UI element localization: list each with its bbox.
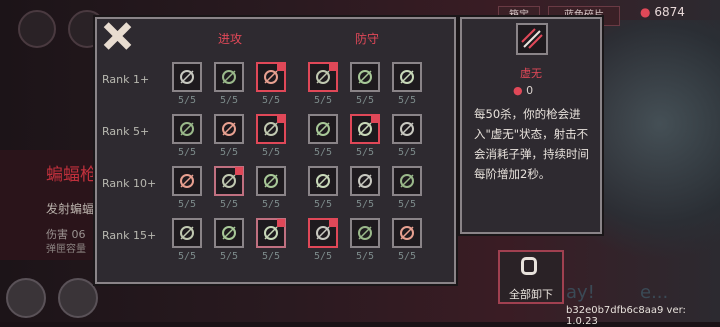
equipped-marker-icon bbox=[371, 115, 379, 123]
equipped-marker-icon bbox=[277, 115, 285, 123]
bottom-menu-button[interactable] bbox=[58, 278, 98, 318]
talent-slot[interactable] bbox=[256, 166, 286, 196]
talent-slot[interactable] bbox=[308, 166, 338, 196]
talent-slot[interactable] bbox=[350, 218, 380, 248]
talent-slot[interactable] bbox=[308, 114, 338, 144]
detail-description: 每50杀，你的枪会进入"虚无"状态，射击不会消耗子弹，持续时间每阶增加2秒。 bbox=[474, 107, 589, 181]
slash-lines-icon bbox=[178, 68, 196, 86]
rank-label: Rank 15+ bbox=[102, 229, 157, 242]
talent-slot[interactable] bbox=[172, 62, 202, 92]
talent-slot[interactable] bbox=[214, 114, 244, 144]
rank-label: Rank 1+ bbox=[102, 73, 150, 86]
talent-slot[interactable] bbox=[350, 114, 380, 144]
claw-icon bbox=[220, 120, 238, 138]
background-logo: ay! bbox=[566, 282, 595, 303]
talent-level: 5/5 bbox=[355, 147, 375, 158]
void-bullets-icon bbox=[516, 23, 548, 55]
talent-level: 5/5 bbox=[397, 95, 417, 106]
scythe-icon bbox=[398, 172, 416, 190]
equipped-marker-icon bbox=[329, 219, 337, 227]
arrows-icon bbox=[178, 120, 196, 138]
talent-slot[interactable] bbox=[350, 166, 380, 196]
talent-slot[interactable] bbox=[256, 218, 286, 248]
flask-icon bbox=[178, 172, 196, 190]
talent-level: 5/5 bbox=[177, 199, 197, 210]
talent-slot[interactable] bbox=[172, 166, 202, 196]
talent-slot[interactable] bbox=[308, 62, 338, 92]
talent-level: 5/5 bbox=[219, 199, 239, 210]
equipped-marker-icon bbox=[329, 63, 337, 71]
talent-level: 5/5 bbox=[313, 251, 333, 262]
talent-slot[interactable] bbox=[214, 218, 244, 248]
moon-icon bbox=[314, 120, 332, 138]
talent-slot[interactable] bbox=[308, 218, 338, 248]
medic-icon bbox=[398, 224, 416, 242]
flame-arrow-icon bbox=[178, 224, 196, 242]
talent-level: 5/5 bbox=[261, 95, 281, 106]
talent-level: 5/5 bbox=[177, 147, 197, 158]
talent-slot[interactable] bbox=[392, 114, 422, 144]
skull-icon bbox=[314, 172, 332, 190]
equipped-marker-icon bbox=[235, 167, 243, 175]
tab-defense: 防守 bbox=[355, 32, 380, 46]
talent-slot[interactable] bbox=[392, 62, 422, 92]
orb-icon bbox=[262, 172, 280, 190]
background-logo-suffix: e... bbox=[640, 282, 669, 303]
talent-slot[interactable] bbox=[350, 62, 380, 92]
talent-slot[interactable] bbox=[256, 62, 286, 92]
talent-level: 5/5 bbox=[397, 251, 417, 262]
talent-level: 5/5 bbox=[261, 251, 281, 262]
background-weapon-subtitle: 发射蝙蝠 bbox=[46, 202, 95, 216]
bottom-menu-button[interactable] bbox=[6, 278, 46, 318]
talent-slot[interactable] bbox=[214, 62, 244, 92]
talent-level: 5/5 bbox=[397, 199, 417, 210]
talent-slot[interactable] bbox=[172, 114, 202, 144]
rank-label: Rank 5+ bbox=[102, 125, 150, 138]
talent-level: 5/5 bbox=[219, 147, 239, 158]
talent-slot[interactable] bbox=[172, 218, 202, 248]
talent-level: 5/5 bbox=[219, 251, 239, 262]
talent-slot[interactable] bbox=[256, 114, 286, 144]
talent-slot[interactable] bbox=[214, 166, 244, 196]
background-stat-capacity: 弹匣容量 bbox=[46, 244, 86, 255]
talent-level: 5/5 bbox=[261, 199, 281, 210]
rank-label: Rank 10+ bbox=[102, 177, 157, 190]
talent-level: 5/5 bbox=[177, 251, 197, 262]
talent-level: 5/5 bbox=[313, 147, 333, 158]
currency-icon: ● bbox=[640, 5, 651, 19]
equipped-marker-icon bbox=[277, 219, 285, 227]
talent-level: 5/5 bbox=[313, 199, 333, 210]
talent-level: 5/5 bbox=[219, 95, 239, 106]
detail-cost: ● 0 bbox=[513, 84, 533, 97]
hearts-icon bbox=[356, 172, 374, 190]
version-text: b32e0b7dfb6c8aa9 ver: 1.0.23 bbox=[566, 305, 686, 327]
tab-attack: 进攻 bbox=[218, 32, 243, 46]
cost-value: 0 bbox=[526, 84, 534, 97]
talent-slot[interactable] bbox=[392, 218, 422, 248]
talent-level: 5/5 bbox=[177, 95, 197, 106]
currency-value: 6874 bbox=[654, 5, 685, 19]
detail-title: 虚无 bbox=[520, 67, 542, 80]
leaf-icon bbox=[398, 120, 416, 138]
swirl-icon bbox=[220, 68, 238, 86]
talent-level: 5/5 bbox=[355, 199, 375, 210]
talent-slot[interactable] bbox=[392, 166, 422, 196]
eye-shield-icon bbox=[398, 68, 416, 86]
currency-display: ● 6874 bbox=[640, 5, 685, 19]
background-weapon-title: 蝙蝠枪 bbox=[46, 165, 97, 185]
wings-icon bbox=[356, 224, 374, 242]
demon-icon bbox=[220, 224, 238, 242]
hand-icon bbox=[356, 68, 374, 86]
unequip-all-label: 全部卸下 bbox=[509, 288, 553, 301]
talent-level: 5/5 bbox=[397, 147, 417, 158]
cost-icon: ● bbox=[513, 84, 523, 97]
talent-level: 5/5 bbox=[355, 95, 375, 106]
avatar[interactable] bbox=[18, 10, 56, 48]
unequip-icon bbox=[521, 257, 537, 275]
equipped-marker-icon bbox=[277, 63, 285, 71]
talent-level: 5/5 bbox=[313, 95, 333, 106]
talent-level: 5/5 bbox=[355, 251, 375, 262]
close-icon[interactable] bbox=[102, 21, 132, 51]
talent-level: 5/5 bbox=[261, 147, 281, 158]
